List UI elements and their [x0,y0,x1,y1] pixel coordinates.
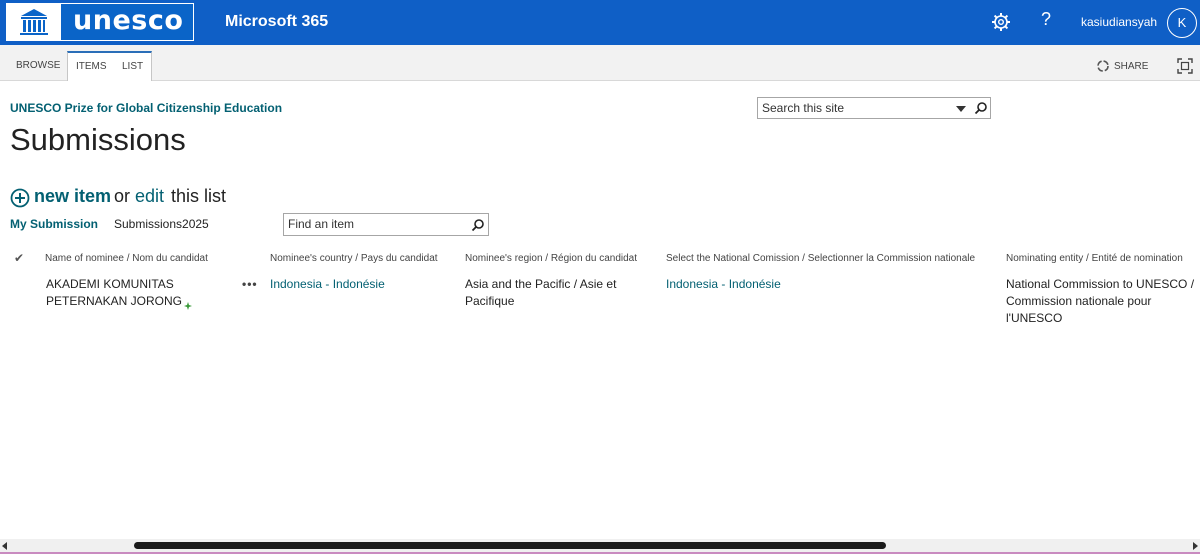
tab-items[interactable]: ITEMS [67,51,116,81]
tab-browse[interactable]: BROWSE [8,52,68,81]
find-item-box[interactable] [283,213,489,236]
view-submissions2025[interactable]: Submissions2025 [114,217,209,231]
ribbon: BROWSE ITEMS LIST [0,45,1200,81]
scrollbar-thumb[interactable] [134,542,886,549]
column-header-commission[interactable]: Select the National Comission / Selectio… [666,253,975,264]
search-input[interactable] [762,101,942,115]
this-list-text: this list [171,186,227,206]
unesco-wordmark: unesco [73,5,184,36]
gear-icon[interactable] [990,11,1012,33]
new-item-link[interactable]: new item [34,186,111,207]
share-button[interactable]: SHARE [1114,61,1148,72]
share-icon[interactable] [1096,59,1110,73]
country-link[interactable]: Indonesia - Indonésie [270,276,385,293]
nominee-name-cell[interactable]: AKADEMI KOMUNITAS PETERNAKAN JORONG [46,276,193,310]
tab-list[interactable]: LIST [114,51,153,81]
unesco-logo[interactable]: unesco [6,3,194,41]
view-my-submission[interactable]: My Submission [10,217,98,231]
suite-bar: unesco Microsoft 365 ? kasiudiansyah K [0,0,1200,45]
entity-line: l'UNESCO [1006,311,1063,325]
help-icon[interactable]: ? [1038,9,1054,30]
scroll-left-arrow-icon[interactable] [2,542,7,550]
column-header-entity[interactable]: Nominating entity / Entité de nomination [1006,253,1183,264]
new-item-star-icon [184,298,193,310]
search-icon[interactable] [974,101,988,115]
column-header-country[interactable]: Nominee's country / Pays du candidat [270,253,438,264]
or-text: or [114,186,131,206]
entity-line: Commission nationale pour [1006,294,1152,308]
region-line: Pacifique [465,294,515,308]
nominee-name-text: PETERNAKAN JORONG [46,294,183,308]
unesco-temple-logo [7,4,61,40]
column-header-name[interactable]: Name of nominee / Nom du candidat [45,253,208,264]
search-icon[interactable] [471,218,485,232]
edit-list-link[interactable]: edit [135,186,164,207]
search-site-box[interactable] [757,97,991,119]
nominee-name-line: AKADEMI KOMUNITAS [46,277,174,291]
region-cell: Asia and the Pacific / Asie et Pacifique [465,276,616,310]
plus-circle-icon[interactable] [10,188,30,208]
checkmark-icon[interactable]: ✔ [14,251,24,265]
avatar[interactable]: K [1167,8,1197,38]
user-name[interactable]: kasiudiansyah [1081,15,1157,29]
focus-icon[interactable] [1177,58,1193,74]
nominee-name-line: PETERNAKAN JORONG [46,293,193,310]
page-title: Submissions [10,122,186,157]
horizontal-scrollbar[interactable] [0,539,1200,552]
column-header-region[interactable]: Nominee's region / Région du candidat [465,253,637,264]
region-line: Asia and the Pacific / Asie et [465,277,617,291]
item-menu-button[interactable]: ••• [242,277,258,291]
app-title[interactable]: Microsoft 365 [225,13,328,31]
site-title[interactable]: UNESCO Prize for Global Citizenship Educ… [10,101,282,115]
entity-cell: National Commission to UNESCO / Commissi… [1006,276,1194,327]
find-item-input[interactable] [288,217,468,231]
dropdown-caret-icon[interactable] [956,106,966,112]
entity-line: National Commission to UNESCO / [1006,277,1195,291]
scroll-right-arrow-icon[interactable] [1193,542,1198,550]
commission-link[interactable]: Indonesia - Indonésie [666,276,781,293]
